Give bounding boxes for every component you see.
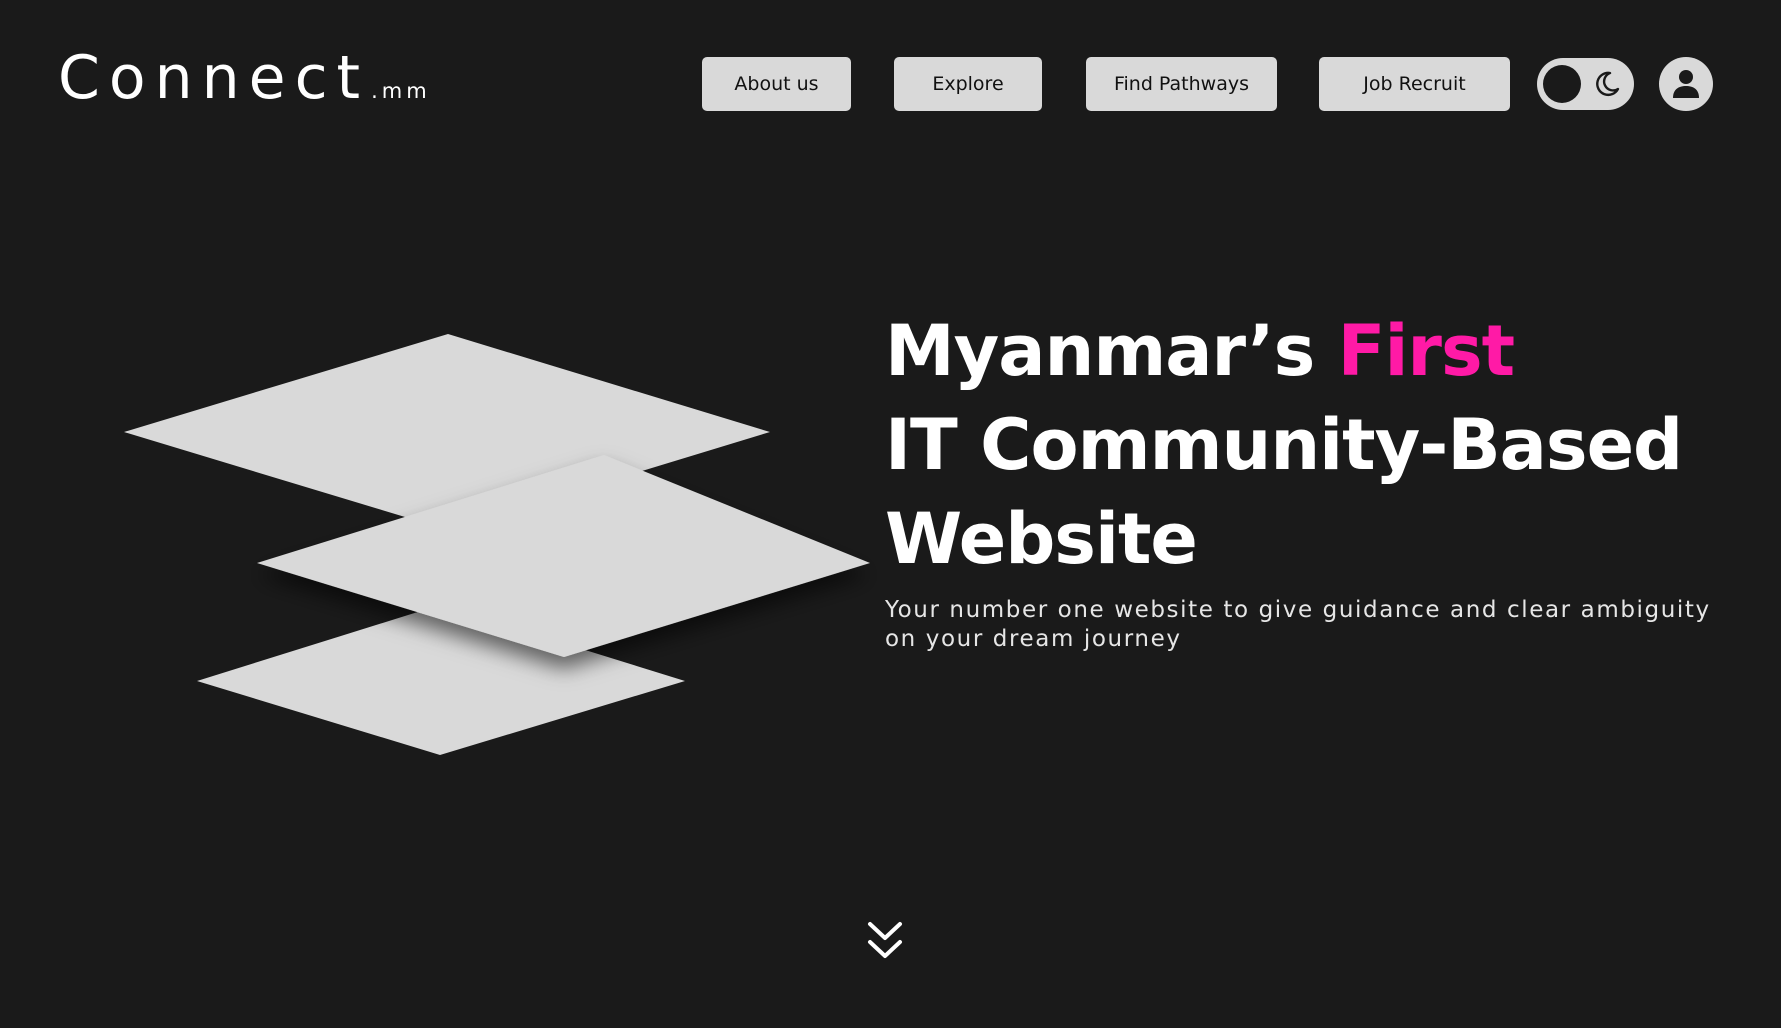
about-us-button[interactable]: About us [702, 57, 851, 111]
double-chevron-down-icon[interactable] [866, 920, 904, 964]
hero-illustration [124, 334, 870, 755]
hero-title-line1: Myanmar’s [885, 310, 1338, 392]
logo[interactable]: Connect .mm [58, 48, 431, 108]
hero-title-accent: First [1337, 310, 1515, 392]
logo-suffix: .mm [371, 79, 431, 103]
user-icon [1673, 70, 1699, 98]
hero-title-line2: IT Community-Based [885, 404, 1683, 486]
hero-title: Myanmar’s First IT Community-Based Websi… [885, 304, 1683, 586]
find-pathways-button[interactable]: Find Pathways [1086, 57, 1277, 111]
logo-wordmark: Connect [58, 43, 370, 113]
explore-button[interactable]: Explore [894, 57, 1042, 111]
moon-icon [1596, 71, 1620, 96]
hero-subtitle: Your number one website to give guidance… [885, 597, 1711, 652]
job-recruit-button[interactable]: Job Recruit [1319, 57, 1510, 111]
theme-toggle[interactable] [1537, 58, 1634, 110]
profile-avatar-button[interactable] [1659, 57, 1713, 111]
hero-title-line3: Website [885, 498, 1198, 580]
toggle-knob [1543, 65, 1581, 103]
